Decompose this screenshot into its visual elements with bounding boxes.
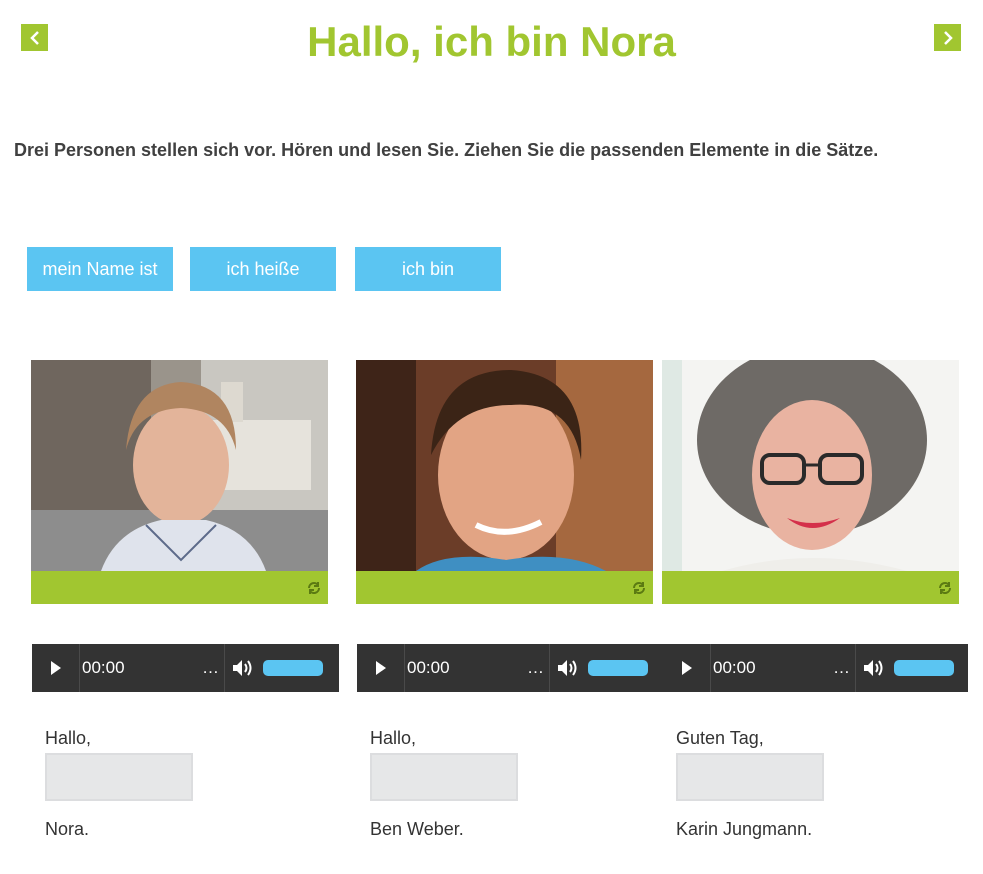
photo-ben (356, 360, 653, 571)
sentence-nora: Hallo, Nora. (45, 728, 305, 840)
more-indicator: … (202, 658, 219, 677)
volume-slider[interactable] (588, 660, 648, 676)
play-icon (681, 661, 692, 675)
page-title: Hallo, ich bin Nora (307, 18, 676, 65)
sentence-end: Nora. (45, 819, 90, 839)
sentence-karin: Guten Tag, Karin Jungmann. (676, 728, 936, 840)
sentence-start: Hallo, (370, 728, 417, 748)
sentence-end: Ben Weber. (370, 819, 464, 839)
drop-zone[interactable] (676, 753, 824, 801)
volume-slider[interactable] (263, 660, 323, 676)
drag-chip-mein-name-ist[interactable]: mein Name ist (27, 247, 173, 291)
time-display: 00:00 (82, 658, 125, 677)
audio-player-nora: 00:00 … (32, 644, 339, 692)
flip-icon[interactable] (631, 580, 647, 596)
sentence-start: Guten Tag, (676, 728, 764, 748)
play-button[interactable] (357, 644, 405, 692)
chevron-right-icon (943, 30, 953, 45)
instruction-text: Drei Personen stellen sich vor. Hören un… (14, 140, 879, 160)
sentence-end: Karin Jungmann. (676, 819, 813, 839)
card-bar (356, 571, 653, 604)
card-bar (662, 571, 959, 604)
person-card-nora[interactable] (31, 360, 328, 604)
volume-icon[interactable] (231, 658, 253, 678)
next-button[interactable] (934, 24, 961, 51)
play-icon (50, 661, 61, 675)
flip-icon[interactable] (937, 580, 953, 596)
more-indicator: … (833, 658, 850, 677)
flip-icon[interactable] (306, 580, 322, 596)
drop-zone[interactable] (370, 753, 518, 801)
play-button[interactable] (32, 644, 80, 692)
sentence-ben: Hallo, Ben Weber. (370, 728, 630, 840)
person-card-ben[interactable] (356, 360, 653, 604)
volume-icon[interactable] (556, 658, 578, 678)
photo-nora (31, 360, 328, 571)
photo-karin (662, 360, 959, 571)
drag-chip-ich-bin[interactable]: ich bin (355, 247, 501, 291)
play-button[interactable] (663, 644, 711, 692)
drag-chip-ich-heisse[interactable]: ich heiße (190, 247, 336, 291)
card-bar (31, 571, 328, 604)
play-icon (375, 661, 386, 675)
time-display: 00:00 (713, 658, 756, 677)
more-indicator: … (527, 658, 544, 677)
volume-slider[interactable] (894, 660, 954, 676)
drop-zone[interactable] (45, 753, 193, 801)
audio-player-ben: 00:00 … (357, 644, 663, 692)
time-display: 00:00 (407, 658, 450, 677)
person-card-karin[interactable] (662, 360, 959, 604)
audio-player-karin: 00:00 … (663, 644, 968, 692)
volume-icon[interactable] (862, 658, 884, 678)
sentence-start: Hallo, (45, 728, 92, 748)
